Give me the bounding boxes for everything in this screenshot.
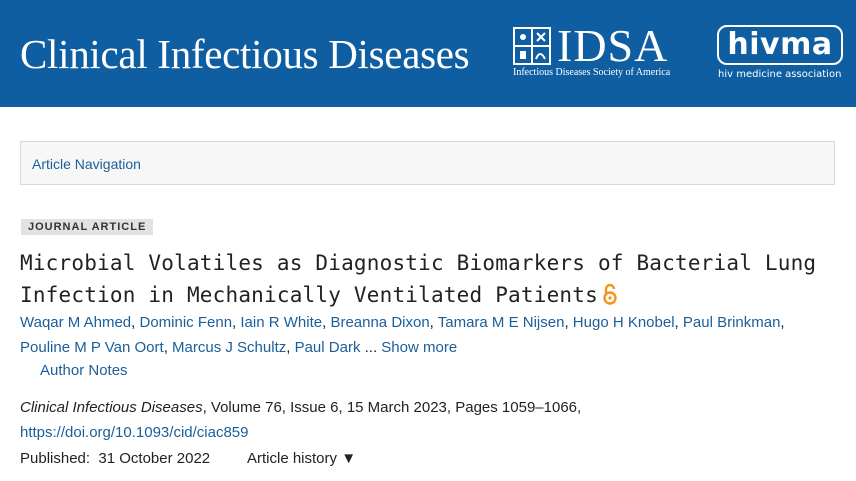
author-notes-link[interactable]: Author Notes bbox=[40, 362, 128, 379]
author-link[interactable]: Waqar M Ahmed bbox=[20, 314, 131, 331]
author-link[interactable]: Dominic Fenn bbox=[140, 314, 233, 331]
author-link[interactable]: Tamara M E Nijsen bbox=[438, 314, 565, 331]
doi-link[interactable]: https://doi.org/10.1093/cid/ciac859 bbox=[20, 424, 249, 441]
published-info: Published: 31 October 2022 bbox=[20, 450, 210, 467]
show-more-authors-link[interactable]: Show more bbox=[381, 339, 457, 356]
journal-title-link[interactable]: Clinical Infectious Diseases bbox=[20, 30, 470, 78]
author-link[interactable]: Pouline M P Van Oort bbox=[20, 339, 164, 356]
published-label: Published: bbox=[20, 450, 91, 467]
author-link[interactable]: Iain R White bbox=[240, 314, 322, 331]
hivma-logo-subtitle: hiv medicine association bbox=[718, 69, 842, 80]
idsa-emblem-icon bbox=[513, 27, 551, 65]
author-link[interactable]: Paul Brinkman bbox=[683, 314, 781, 331]
hivma-logo-box: hivma bbox=[717, 25, 843, 65]
article-type-badge: JOURNAL ARTICLE bbox=[21, 219, 154, 235]
idsa-logo-text: IDSA bbox=[557, 20, 669, 71]
article-navigation-link[interactable]: Article Navigation bbox=[32, 156, 141, 172]
idsa-logo-subtitle: Infectious Diseases Society of America bbox=[513, 67, 671, 78]
open-access-icon bbox=[602, 282, 618, 305]
citation-journal: Clinical Infectious Diseases bbox=[20, 399, 203, 416]
citation-details: , Volume 76, Issue 6, 15 March 2023, Pag… bbox=[202, 399, 582, 416]
article-navigation-panel: Article Navigation bbox=[20, 141, 835, 185]
article-title-line-1: Microbial Volatiles as Diagnostic Biomar… bbox=[20, 251, 817, 275]
author-link[interactable]: Paul Dark bbox=[295, 339, 361, 356]
triangle-down-icon: ▼ bbox=[341, 450, 357, 467]
author-ellipsis: ... bbox=[364, 339, 378, 356]
journal-header-banner: Clinical Infectious Diseases IDSA Infect… bbox=[0, 0, 856, 107]
author-list: Waqar M Ahmed, Dominic Fenn, Iain R Whit… bbox=[20, 314, 785, 356]
article-title: Microbial Volatiles as Diagnostic Biomar… bbox=[20, 247, 840, 311]
article-history-label: Article history bbox=[247, 450, 338, 467]
author-link[interactable]: Marcus J Schultz bbox=[172, 339, 286, 356]
article-title-line-2: Infection in Mechanically Ventilated Pat… bbox=[20, 279, 840, 311]
citation: Clinical Infectious Diseases, Volume 76,… bbox=[20, 399, 581, 416]
hivma-logo-text: hivma bbox=[727, 27, 833, 62]
author-link[interactable]: Breanna Dixon bbox=[330, 314, 429, 331]
idsa-logo[interactable]: IDSA Infectious Diseases Society of Amer… bbox=[513, 20, 703, 79]
published-date: 31 October 2022 bbox=[98, 450, 211, 467]
article-title-line-2-text: Infection in Mechanically Ventilated Pat… bbox=[20, 283, 598, 307]
author-link[interactable]: Hugo H Knobel bbox=[573, 314, 675, 331]
hivma-logo[interactable]: hivma hiv medicine association bbox=[717, 25, 845, 85]
article-history-toggle[interactable]: Article history ▼ bbox=[247, 450, 356, 467]
